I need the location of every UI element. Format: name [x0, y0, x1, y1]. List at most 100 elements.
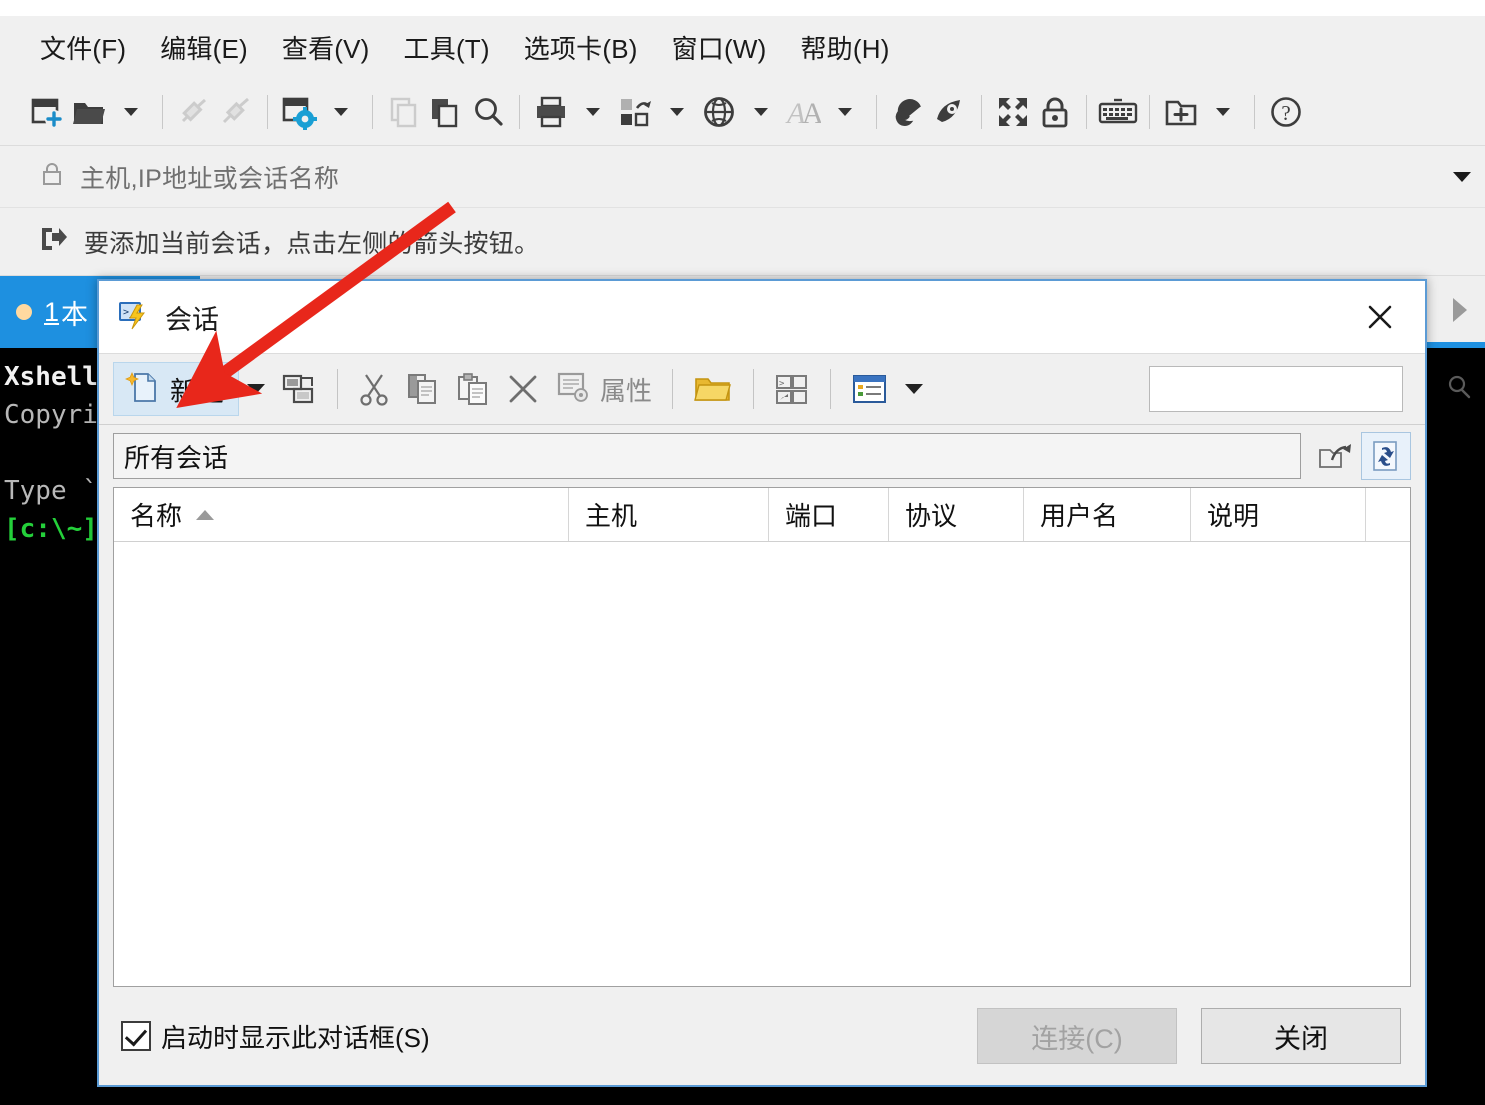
current-folder-path[interactable]: 所有会话 — [113, 433, 1301, 479]
add-session-icon[interactable] — [38, 224, 68, 259]
menu-tools[interactable]: 工具(T) — [390, 25, 504, 70]
refresh-icon[interactable] — [1361, 432, 1411, 480]
menu-view[interactable]: 查看(V) — [268, 25, 384, 70]
column-header-description[interactable]: 说明 — [1191, 488, 1366, 541]
file-transfer-icon[interactable] — [614, 87, 656, 137]
font-dropdown[interactable] — [824, 87, 866, 137]
view-list-dropdown[interactable] — [897, 362, 931, 416]
search-input[interactable] — [1158, 367, 1446, 411]
sessions-list-body[interactable] — [114, 542, 1410, 986]
dialog-title-bar[interactable]: >_ 会话 — [99, 281, 1425, 353]
path-bar-actions — [1311, 432, 1411, 480]
toolbar-separator — [1086, 94, 1087, 129]
globe-icon[interactable] — [698, 87, 740, 137]
search-icon[interactable] — [1446, 374, 1472, 405]
toolbar-separator — [1149, 94, 1150, 129]
open-folder-dropdown[interactable] — [110, 87, 152, 137]
keyboard-icon[interactable] — [1097, 87, 1139, 137]
current-folder-label: 所有会话 — [124, 442, 229, 473]
column-label: 协议 — [905, 501, 958, 531]
cut-icon[interactable] — [350, 362, 398, 416]
svg-text:>_: >_ — [779, 379, 790, 389]
paste-icon[interactable] — [425, 87, 467, 137]
tab-label: 本 — [61, 299, 89, 330]
show-dialog-on-startup-checkbox[interactable]: 启动时显示此对话框(S) — [121, 1018, 430, 1055]
hint-bar-text: 要添加当前会话，点击左侧的箭头按钮。 — [84, 229, 540, 258]
help-icon[interactable]: ? — [1265, 87, 1307, 137]
search-box[interactable] — [1149, 366, 1471, 412]
globe-dropdown[interactable] — [740, 87, 782, 137]
chevron-right-icon[interactable] — [1453, 298, 1467, 322]
toolbar-separator — [981, 94, 982, 129]
tab-number: 1 — [44, 296, 60, 327]
column-header-port[interactable]: 端口 — [769, 488, 889, 541]
copy-icon[interactable] — [383, 87, 425, 137]
view-list-icon[interactable] — [843, 362, 897, 416]
svg-text:A: A — [802, 97, 821, 129]
spiral-icon[interactable] — [887, 87, 929, 137]
column-label: 端口 — [785, 501, 838, 531]
close-icon[interactable] — [1335, 281, 1425, 353]
menu-file[interactable]: 文件(F) — [26, 25, 140, 70]
delete-x-icon[interactable] — [498, 362, 548, 416]
address-input-placeholder[interactable]: 主机,IP地址或会话名称 — [80, 159, 339, 195]
menu-tabs[interactable]: 选项卡(B) — [510, 25, 652, 70]
dialog-toolbar-separator — [753, 369, 755, 409]
column-header-username[interactable]: 用户名 — [1024, 488, 1191, 541]
disconnect-icon[interactable] — [215, 87, 257, 137]
column-header-host[interactable]: 主机 — [569, 488, 769, 541]
menu-edit[interactable]: 编辑(E) — [146, 25, 262, 70]
properties-button[interactable]: 属性 — [548, 362, 660, 416]
new-session-dropdown[interactable] — [239, 362, 273, 416]
window-top-strip — [0, 0, 1485, 16]
fullscreen-icon[interactable] — [992, 87, 1034, 137]
dialog-footer: 启动时显示此对话框(S) 连接(C) 关闭 — [99, 987, 1425, 1085]
create-shortcut-icon[interactable]: >_ — [766, 362, 818, 416]
add-folder-dropdown[interactable] — [1202, 87, 1244, 137]
properties-icon — [556, 371, 590, 408]
print-icon[interactable] — [530, 87, 572, 137]
menu-help[interactable]: 帮助(H) — [786, 25, 903, 70]
file-transfer-dropdown[interactable] — [656, 87, 698, 137]
column-header-name[interactable]: 名称 — [114, 488, 569, 541]
column-header-protocol[interactable]: 协议 — [889, 488, 1024, 541]
toolbar-separator — [267, 94, 268, 129]
session-indicator-icon — [16, 304, 32, 320]
new-session-button[interactable]: 新建 — [113, 362, 239, 416]
close-button[interactable]: 关闭 — [1201, 1008, 1401, 1064]
new-folder-icon[interactable] — [685, 362, 741, 416]
sessions-list-header: 名称 主机 端口 协议 用户名 说明 — [114, 488, 1410, 542]
checkbox-box[interactable] — [121, 1021, 151, 1051]
new-session-icon[interactable] — [26, 87, 68, 137]
xshell-session-icon: >_ — [117, 299, 151, 336]
session-properties-dropdown[interactable] — [320, 87, 362, 137]
go-up-folder-icon[interactable] — [1311, 432, 1361, 480]
find-icon[interactable] — [467, 87, 509, 137]
menu-bar: 文件(F) 编辑(E) 查看(V) 工具(T) 选项卡(B) 窗口(W) 帮助(… — [0, 16, 1485, 78]
dialog-toolbar-separator — [672, 369, 674, 409]
sessions-list[interactable]: 名称 主机 端口 协议 用户名 说明 — [113, 487, 1411, 987]
column-header-filler — [1366, 488, 1410, 541]
chevron-down-icon[interactable] — [1453, 171, 1471, 182]
copy-icon[interactable] — [398, 362, 448, 416]
connect-icon[interactable] — [173, 87, 215, 137]
connect-button[interactable]: 连接(C) — [977, 1008, 1177, 1064]
session-properties-icon[interactable] — [278, 87, 320, 137]
lock-icon[interactable] — [1034, 87, 1076, 137]
main-toolbar: A A ? — [0, 78, 1485, 146]
toolbar-separator — [1254, 94, 1255, 129]
menu-window[interactable]: 窗口(W) — [658, 25, 781, 70]
font-icon[interactable]: A A — [782, 87, 824, 137]
address-bar[interactable]: 主机,IP地址或会话名称 — [0, 146, 1485, 208]
dialog-toolbar: 新建 属性 >_ — [99, 353, 1471, 425]
compose-icon[interactable] — [929, 87, 971, 137]
print-dropdown[interactable] — [572, 87, 614, 137]
column-label: 主机 — [585, 501, 638, 531]
add-folder-icon[interactable] — [1160, 87, 1202, 137]
connect-session-icon[interactable] — [273, 362, 325, 416]
toolbar-separator — [519, 94, 520, 129]
sessions-dialog: >_ 会话 新建 属性 >_ 所有会话 名称 主机 端口 协议 用户名 说明 启… — [97, 279, 1471, 1087]
open-folder-icon[interactable] — [68, 87, 110, 137]
paste-icon[interactable] — [448, 362, 498, 416]
xshell-window: 文件(F) 编辑(E) 查看(V) 工具(T) 选项卡(B) 窗口(W) 帮助(… — [0, 0, 1485, 1105]
